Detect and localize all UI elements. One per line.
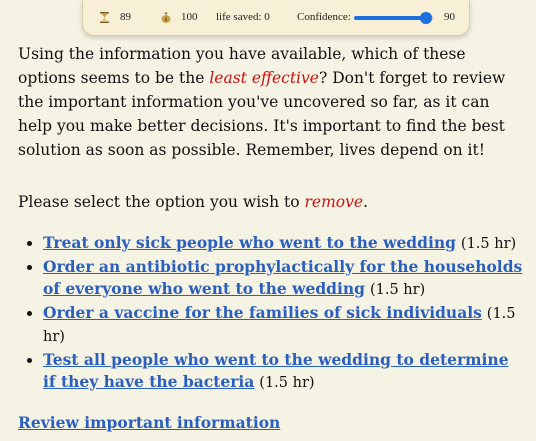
lives-saved-stat: life saved: 0 (216, 11, 270, 23)
confidence-label: Confidence: (297, 11, 351, 23)
time-stat: 89 (100, 11, 131, 23)
option-link-antibiotic[interactable]: Order an antibiotic prophylactically for… (43, 257, 522, 299)
options-list: Treat only sick people who went to the w… (18, 232, 523, 395)
option-item: Test all people who went to the wedding … (43, 349, 523, 395)
main-content: Using the information you have available… (18, 42, 523, 395)
least-effective-emphasis: least effective (209, 69, 319, 87)
option-link-vaccine[interactable]: Order a vaccine for the families of sick… (43, 303, 482, 322)
confidence-value: 90 (444, 11, 455, 23)
option-link-treat-sick[interactable]: Treat only sick people who went to the w… (43, 233, 456, 252)
money-stat: $ 100 (161, 11, 198, 23)
select-prompt: Please select the option you wish to rem… (18, 190, 523, 214)
moneybag-icon: $ (161, 12, 171, 23)
status-bar: 89 $ 100 life saved: 0 Confidence: 90 (82, 0, 470, 36)
time-value: 89 (120, 11, 131, 23)
remove-emphasis: remove (304, 193, 364, 211)
option-time: (1.5 hr) (369, 282, 426, 298)
option-item: Treat only sick people who went to the w… (43, 232, 523, 256)
slider-thumb[interactable] (420, 12, 432, 24)
option-time: (1.5 hr) (460, 236, 517, 252)
confidence-slider[interactable] (354, 12, 434, 24)
question-text: Using the information you have available… (18, 42, 523, 162)
option-item: Order a vaccine for the families of sick… (43, 302, 523, 349)
review-important-info-link[interactable]: Review important information (18, 413, 280, 432)
prompt-part2: . (363, 193, 368, 211)
svg-text:$: $ (164, 17, 167, 23)
option-time: (1.5 hr) (259, 375, 315, 391)
slider-fill (354, 16, 426, 20)
hourglass-icon (100, 11, 110, 23)
money-value: 100 (181, 11, 198, 23)
option-item: Order an antibiotic prophylactically for… (43, 256, 523, 302)
prompt-part1: Please select the option you wish to (18, 193, 305, 211)
